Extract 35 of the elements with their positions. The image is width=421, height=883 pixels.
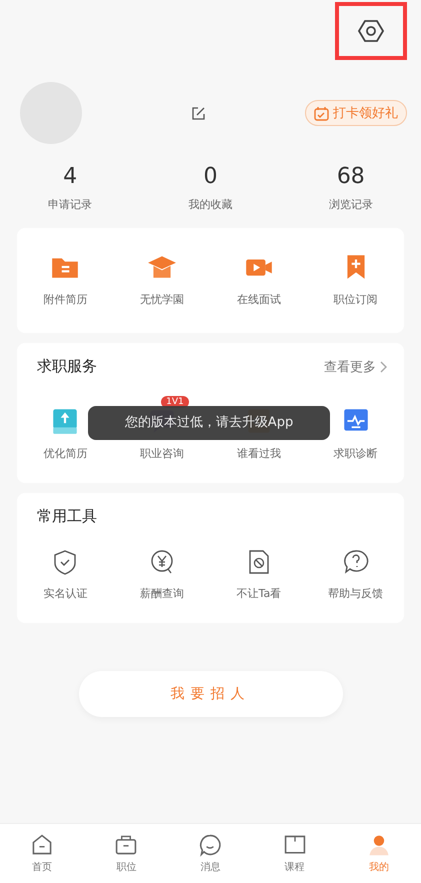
stat-value[interactable]: 4 xyxy=(63,164,78,189)
stat-label[interactable]: 申请记录 xyxy=(48,197,92,212)
person-icon xyxy=(366,833,391,857)
settings-icon xyxy=(358,18,384,44)
see-more-link[interactable]: 查看更多 xyxy=(324,358,388,376)
tool-label[interactable]: 薪酬查询 xyxy=(140,586,184,601)
edit-icon[interactable] xyxy=(192,106,205,120)
shortcut-label[interactable]: 在线面试 xyxy=(236,292,281,307)
home-icon xyxy=(30,833,54,857)
tool-label[interactable]: 不让Ta看 xyxy=(236,586,282,601)
section-title: 求职服务 xyxy=(37,357,97,376)
calendar-icon xyxy=(314,106,329,120)
shortcut-label[interactable]: 附件简历 xyxy=(43,292,88,307)
tab[interactable]: 首页 xyxy=(0,824,84,883)
help-chat-icon xyxy=(342,548,370,576)
stat-value[interactable]: 68 xyxy=(336,164,365,189)
service-label[interactable]: 谁看过我 xyxy=(236,446,281,461)
shortcut-label[interactable]: 无忧学園 xyxy=(140,292,184,307)
stat-label[interactable]: 浏览记录 xyxy=(328,197,373,212)
stat-value[interactable]: 0 xyxy=(203,164,218,189)
tab[interactable]: 职位 xyxy=(84,824,168,883)
settings-button[interactable] xyxy=(358,18,384,44)
section-title: 常用工具 xyxy=(37,507,97,526)
tab[interactable]: 课程 xyxy=(252,824,337,883)
service-label[interactable]: 求职诊断 xyxy=(334,446,378,461)
toast-message: 您的版本过低，请去升级App xyxy=(88,406,330,440)
service-label[interactable]: 职业咨询 xyxy=(140,446,184,461)
tab[interactable]: 消息 xyxy=(168,824,253,883)
shortcut-label[interactable]: 职位订阅 xyxy=(334,292,378,307)
service-label[interactable]: 优化简历 xyxy=(43,446,88,461)
briefcase-icon xyxy=(114,833,138,857)
tool-label[interactable]: 实名认证 xyxy=(43,586,88,601)
tool-label[interactable]: 帮助与反馈 xyxy=(328,586,384,601)
chevron-right-icon xyxy=(380,360,388,372)
stat-label[interactable]: 我的收藏 xyxy=(188,197,232,212)
